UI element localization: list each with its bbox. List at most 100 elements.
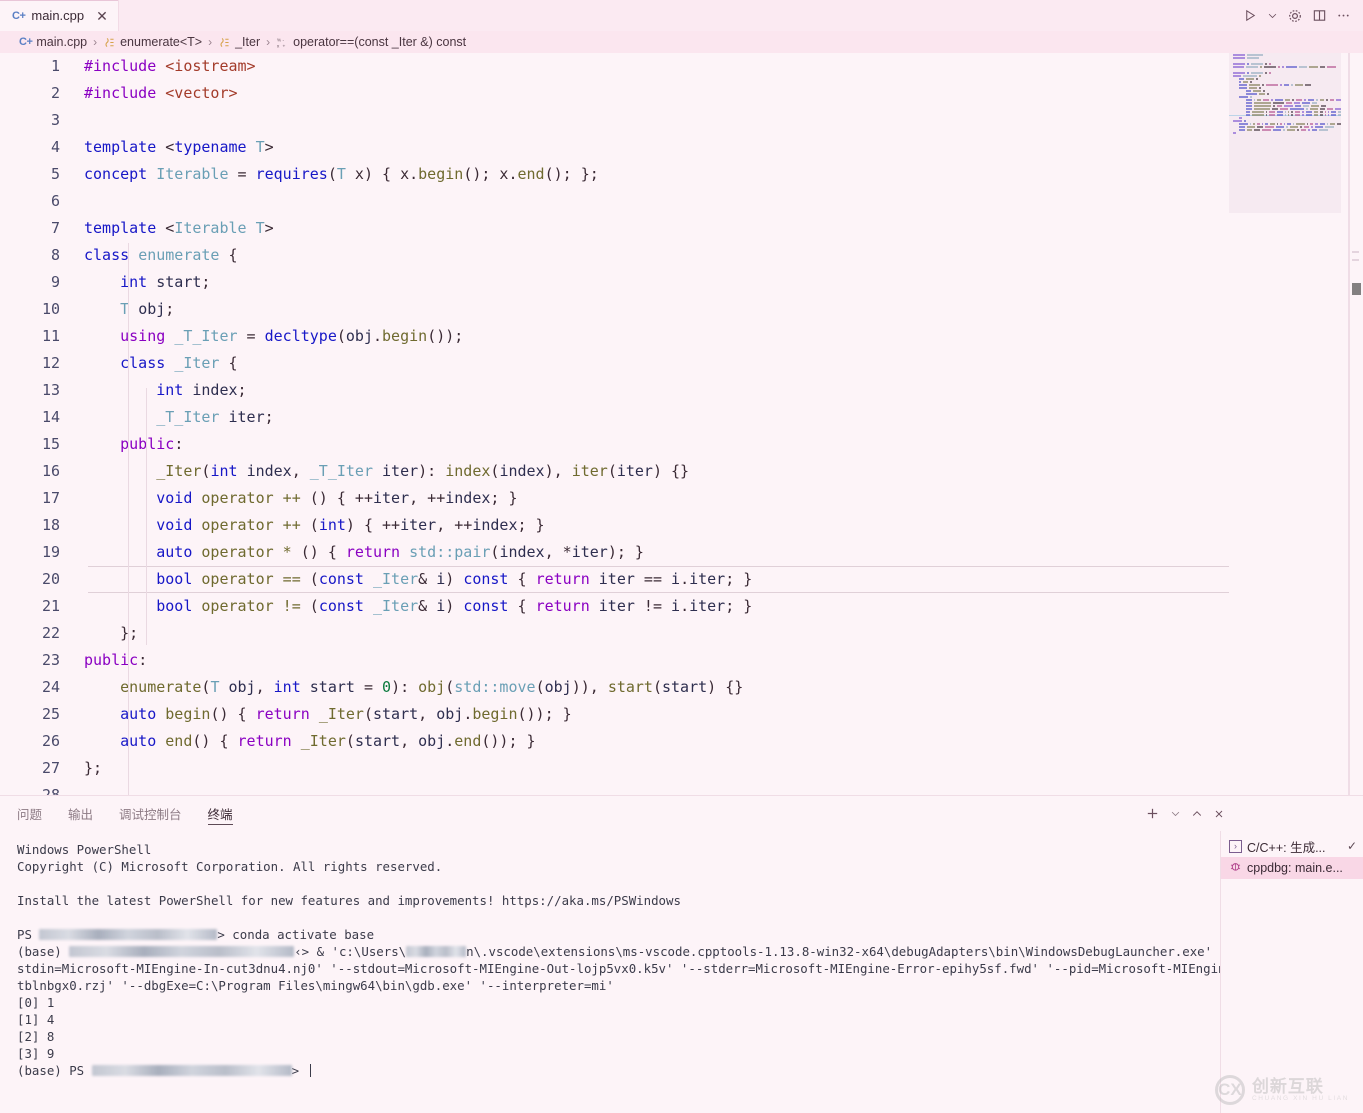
terminal-list-item-1[interactable]: cppdbg: main.e... xyxy=(1221,857,1363,879)
line-number: 15 xyxy=(41,435,60,453)
close-icon[interactable]: ✕ xyxy=(96,9,108,23)
editor-tab-actions xyxy=(1243,0,1363,31)
new-terminal-icon[interactable] xyxy=(1145,806,1160,821)
line-content xyxy=(60,107,1363,134)
editor-tab-main-cpp[interactable]: C+ main.cpp ✕ xyxy=(0,0,119,31)
code-line-19[interactable]: 19 auto operator * () { return std::pair… xyxy=(0,539,1363,566)
editor-tab-bar: C+ main.cpp ✕ xyxy=(0,0,1363,31)
terminal-line-0: Windows PowerShell xyxy=(17,841,1220,858)
close-panel-icon[interactable] xyxy=(1213,808,1225,820)
line-number: 9 xyxy=(50,273,60,291)
code-line-7[interactable]: 7 template <Iterable T> xyxy=(0,215,1363,242)
line-content: using _T_Iter = decltype(obj.begin()); xyxy=(120,327,464,345)
terminal-text: Windows PowerShell xyxy=(17,842,152,857)
terminal-text: Copyright (C) Microsoft Corporation. All… xyxy=(17,859,443,874)
code-line-18[interactable]: 18 void operator ++ (int) { ++iter, ++in… xyxy=(0,512,1363,539)
code-line-28[interactable]: 28 xyxy=(0,782,1363,795)
line-content: public: xyxy=(120,435,184,453)
terminal-text: Install the latest PowerShell for new fe… xyxy=(17,893,681,908)
terminal-line-5: PS > conda activate base xyxy=(17,926,1220,943)
terminal-line-2 xyxy=(17,875,1220,892)
code-editor[interactable]: 1 #include <iostream> 2 #include <vector> 3 4… xyxy=(0,53,1363,795)
code-line-6[interactable]: 6 xyxy=(0,188,1363,215)
terminal-line-7: stdin=Microsoft-MIEngine-In-cut3dnu4.nj0… xyxy=(17,960,1220,977)
code-line-11[interactable]: 11 using _T_Iter = decltype(obj.begin())… xyxy=(0,323,1363,350)
code-line-5[interactable]: 5 concept Iterable = requires(T x) { x.be… xyxy=(0,161,1363,188)
code-line-25[interactable]: 25 auto begin() { return _Iter(start, ob… xyxy=(0,701,1363,728)
breadcrumb-separator: › xyxy=(266,35,271,49)
editor-scrollbar[interactable] xyxy=(1349,53,1363,795)
code-line-16[interactable]: 16 _Iter(int index, _T_Iter iter): index… xyxy=(0,458,1363,485)
chevron-down-icon[interactable] xyxy=(1267,10,1278,21)
terminal-text: stdin=Microsoft-MIEngine-In-cut3dnu4.nj0… xyxy=(17,961,1220,976)
code-line-14[interactable]: 14 _T_Iter iter; xyxy=(0,404,1363,431)
line-content: T obj; xyxy=(120,300,175,318)
run-button[interactable] xyxy=(1243,8,1258,23)
code-line-15[interactable]: 15 public: xyxy=(0,431,1363,458)
code-line-23[interactable]: 23 public: xyxy=(0,647,1363,674)
code-line-21[interactable]: 21 bool operator != (const _Iter& i) con… xyxy=(0,593,1363,620)
line-content: #include <iostream> xyxy=(84,57,256,75)
panel-tab-0[interactable]: 问题 xyxy=(17,796,42,831)
code-line-8[interactable]: 8 class enumerate { xyxy=(0,242,1363,269)
line-content: int start; xyxy=(120,273,211,291)
code-line-3[interactable]: 3 xyxy=(0,107,1363,134)
split-editor-icon[interactable] xyxy=(1312,8,1327,23)
chevron-down-icon[interactable] xyxy=(1170,808,1181,819)
minimap-slider[interactable] xyxy=(1229,53,1341,213)
more-actions-icon[interactable] xyxy=(1336,8,1351,23)
code-line-20[interactable]: 20 bool operator == (const _Iter& i) con… xyxy=(0,566,1363,593)
panel-tab-3[interactable]: 终端 xyxy=(207,796,233,831)
breadcrumb-item-label: operator==(const _Iter &) const xyxy=(293,35,467,49)
code-line-9[interactable]: 9 int start; xyxy=(0,269,1363,296)
line-number: 2 xyxy=(50,84,60,102)
terminal-output[interactable]: Windows PowerShell Copyright (C) Microsof… xyxy=(0,831,1220,1113)
terminal-list-item-0[interactable]: › C/C++: 生成... ✓ xyxy=(1221,835,1363,857)
minimap[interactable] xyxy=(1229,53,1341,795)
code-line-22[interactable]: 22 }; xyxy=(0,620,1363,647)
code-line-27[interactable]: 27}; xyxy=(0,755,1363,782)
panel-tab-1[interactable]: 输出 xyxy=(68,796,93,831)
code-line-13[interactable]: 13 int index; xyxy=(0,377,1363,404)
code-line-10[interactable]: 10 T obj; xyxy=(0,296,1363,323)
line-content: #include <vector> xyxy=(84,84,238,102)
run-task-icon: › xyxy=(1229,839,1242,853)
svg-text:%: % xyxy=(277,37,282,43)
breadcrumb-item-2[interactable]: _Iter xyxy=(218,35,260,49)
line-content: bool operator == (const _Iter& i) const … xyxy=(156,570,753,588)
panel-tab-2[interactable]: 调试控制台 xyxy=(119,796,182,831)
code-lines: 1 #include <iostream> 2 #include <vector> 3 4… xyxy=(0,53,1363,795)
svg-text:x: x xyxy=(277,44,280,49)
minimap-line xyxy=(1229,113,1341,116)
breadcrumb-item-0[interactable]: C+ main.cpp xyxy=(19,35,87,49)
line-content: }; xyxy=(84,624,139,642)
code-line-1[interactable]: 1 #include <iostream> xyxy=(0,53,1363,80)
code-line-4[interactable]: 4 template <typename T> xyxy=(0,134,1363,161)
terminal-line-8: tblnbgx0.rzj' '--dbgExe=C:\Program Files… xyxy=(17,977,1220,994)
terminal-text: > xyxy=(291,1063,307,1078)
code-line-12[interactable]: 12 class _Iter { xyxy=(0,350,1363,377)
scrollbar-thumb[interactable] xyxy=(1352,283,1361,295)
editor-tab-label: main.cpp xyxy=(31,8,85,23)
line-number: 27 xyxy=(41,759,60,777)
line-number: 20 xyxy=(41,570,60,588)
line-number: 5 xyxy=(50,165,60,183)
line-number: 26 xyxy=(41,732,60,750)
code-line-24[interactable]: 24 enumerate(T obj, int start = 0): obj(… xyxy=(0,674,1363,701)
maximize-panel-icon[interactable] xyxy=(1191,808,1203,820)
line-number: 6 xyxy=(50,192,60,210)
line-number: 18 xyxy=(41,516,60,534)
code-line-26[interactable]: 26 auto end() { return _Iter(start, obj.… xyxy=(0,728,1363,755)
breadcrumb-item-3[interactable]: % - x + operator==(const _Iter &) const xyxy=(276,35,466,49)
cpp-file-icon: C+ xyxy=(19,36,33,48)
cpp-file-icon: C+ xyxy=(12,9,26,22)
code-line-2[interactable]: 2 #include <vector> xyxy=(0,80,1363,107)
terminal-text: [0] 1 xyxy=(17,995,55,1010)
minimap-line xyxy=(1229,110,1341,113)
line-content: auto begin() { return _Iter(start, obj.b… xyxy=(120,705,572,723)
line-number: 7 xyxy=(50,219,60,237)
line-content: enumerate(T obj, int start = 0): obj(std… xyxy=(120,678,744,696)
gear-icon[interactable] xyxy=(1287,8,1303,24)
code-line-17[interactable]: 17 void operator ++ () { ++iter, ++index… xyxy=(0,485,1363,512)
breadcrumb-item-1[interactable]: enumerate<T> xyxy=(103,35,202,49)
